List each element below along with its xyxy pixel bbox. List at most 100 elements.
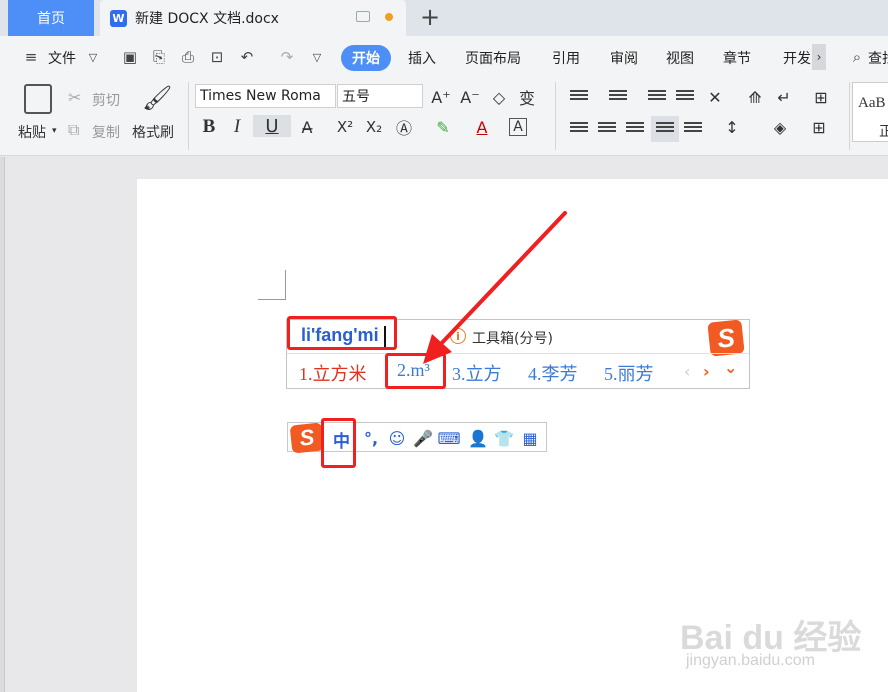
expand-candidates-icon[interactable]: ⌄	[724, 358, 737, 377]
distributed-align-icon[interactable]	[684, 122, 702, 136]
punctuation-toggle-icon[interactable]: °,	[361, 428, 381, 448]
candidate-5[interactable]: 5.丽芳	[604, 360, 654, 386]
text-outline-icon[interactable]: Ⓐ	[393, 116, 415, 138]
borders-icon[interactable]: ⊞	[808, 116, 830, 138]
keyboard-icon[interactable]: ⌨	[437, 428, 460, 448]
underline-button[interactable]: U	[253, 115, 291, 137]
highlight-candidate-2	[385, 353, 446, 389]
customize-toolbar-icon[interactable]: ▽	[308, 48, 326, 66]
candidate-3[interactable]: 3.立方	[452, 360, 502, 386]
print-icon[interactable]: ⎙	[179, 48, 197, 66]
monitor-icon[interactable]	[356, 11, 370, 22]
prev-page-icon[interactable]: ‹	[684, 362, 690, 381]
justify-icon	[656, 122, 674, 136]
print-preview-icon[interactable]: ⊡	[208, 48, 226, 66]
style-gallery[interactable]: AaB 正	[852, 82, 888, 142]
emoji-icon[interactable]: ☺	[387, 428, 407, 448]
subscript-button[interactable]: X₂	[363, 116, 385, 138]
text-direction-icon[interactable]: ⟰	[744, 86, 766, 108]
scissors-icon: ✂	[68, 88, 82, 107]
tab-chapter[interactable]: 章节	[723, 48, 751, 68]
style-label: 正	[879, 124, 888, 140]
italic-button[interactable]: I	[226, 116, 248, 138]
wps-writer-icon: W	[110, 9, 127, 27]
format-painter-button[interactable]: 格式刷	[132, 122, 174, 142]
show-marks-icon[interactable]: ⊞	[810, 86, 832, 108]
chinese-layout-icon[interactable]: ✕	[704, 86, 726, 108]
highlight-color-icon[interactable]: ✎	[432, 116, 454, 138]
align-left-icon[interactable]	[570, 122, 588, 136]
decrease-indent-icon[interactable]	[648, 90, 666, 104]
chevron-down-icon[interactable]: ▽	[84, 48, 102, 66]
highlight-chinese-mode	[321, 418, 356, 468]
divider	[287, 353, 749, 354]
increase-indent-icon[interactable]	[676, 90, 694, 104]
pinyin-guide-icon[interactable]: 变	[516, 86, 538, 108]
ribbon-toolbar: 粘贴 ▾ ✂ 剪切 ⧉ 复制 🖌 格式刷 Times New Roma 五号 A…	[0, 76, 888, 156]
tab-page-layout[interactable]: 页面布局	[465, 48, 521, 68]
align-right-icon[interactable]	[626, 122, 644, 136]
bold-button[interactable]: B	[198, 116, 220, 138]
watermark-url: jingyan.baidu.com	[686, 652, 815, 669]
bullet-list-icon[interactable]	[570, 90, 588, 104]
format-painter-icon: 🖌	[142, 84, 173, 112]
tab-view[interactable]: 视图	[666, 48, 694, 68]
toolbox-grid-icon[interactable]: ▦	[520, 428, 540, 448]
new-tab-button[interactable]: +	[420, 3, 440, 31]
line-spacing-icon[interactable]: ↕	[721, 116, 743, 138]
candidate-1[interactable]: 1.立方米	[299, 360, 367, 386]
style-preview: AaB	[858, 95, 886, 111]
redo-icon[interactable]: ↷	[278, 48, 296, 66]
save-icon[interactable]: ▣	[121, 48, 139, 66]
font-size-select[interactable]: 五号	[337, 84, 423, 108]
tab-insert[interactable]: 插入	[408, 48, 436, 68]
sort-icon[interactable]: ↵	[773, 86, 795, 108]
superscript-button[interactable]: X²	[334, 116, 356, 138]
cut-button[interactable]: 剪切	[92, 90, 120, 110]
shading-icon[interactable]: ◈	[769, 116, 791, 138]
menu-scroll-right-button[interactable]: ›	[812, 44, 826, 70]
tab-start[interactable]: 开始	[341, 45, 391, 71]
separator	[555, 82, 556, 150]
tab-home[interactable]: 首页	[8, 0, 94, 36]
copy-icon: ⧉	[68, 120, 80, 139]
unsaved-dot-icon	[385, 13, 393, 21]
tab-review[interactable]: 审阅	[610, 48, 638, 68]
sogou-logo-icon: S	[707, 319, 745, 357]
next-page-icon[interactable]: ›	[703, 362, 710, 381]
font-name-select[interactable]: Times New Roma	[195, 84, 336, 108]
character-border-icon[interactable]: A	[509, 118, 527, 136]
clear-format-icon[interactable]: ◇	[488, 86, 510, 108]
search-label[interactable]: 查找	[868, 48, 888, 68]
user-icon[interactable]: 👤	[468, 428, 488, 448]
copy-button[interactable]: 复制	[92, 122, 120, 142]
skin-icon[interactable]: 👕	[494, 428, 514, 448]
search-icon[interactable]: ⌕	[848, 48, 866, 66]
crop-mark	[258, 299, 286, 300]
numbered-list-icon[interactable]	[609, 90, 627, 104]
info-icon[interactable]: i	[450, 328, 466, 344]
separator	[849, 82, 850, 150]
left-gutter	[0, 157, 5, 692]
undo-icon[interactable]: ↶	[238, 48, 256, 66]
file-menu[interactable]: 文件	[48, 48, 76, 68]
highlight-pinyin	[287, 316, 397, 350]
microphone-icon[interactable]: 🎤	[413, 428, 433, 448]
font-color-icon[interactable]: A	[471, 116, 493, 138]
tab-developer[interactable]: 开发	[783, 48, 811, 68]
export-pdf-icon[interactable]: ⎘	[150, 48, 168, 66]
paste-button[interactable]: 粘贴	[18, 122, 46, 142]
paste-dropdown-icon[interactable]: ▾	[52, 126, 57, 136]
tab-document[interactable]: W 新建 DOCX 文档.docx	[100, 0, 406, 36]
toolbox-hint[interactable]: 工具箱(分号)	[472, 328, 553, 348]
tab-references[interactable]: 引用	[552, 48, 580, 68]
menu-bar: ≡ 文件 ▽ ▣ ⎘ ⎙ ⊡ ↶ ↷ ▽ 开始 插入 页面布局 引用 审阅 视图…	[0, 36, 888, 76]
paste-icon[interactable]	[24, 84, 52, 114]
text-effect-icon[interactable]: A̶	[296, 116, 318, 138]
align-center-icon[interactable]	[598, 122, 616, 136]
candidate-4[interactable]: 4.李芳	[528, 360, 578, 386]
shrink-font-icon[interactable]: A⁻	[459, 86, 481, 108]
sogou-logo-icon[interactable]: S	[289, 422, 325, 454]
grow-font-icon[interactable]: A⁺	[430, 86, 452, 108]
hamburger-icon[interactable]: ≡	[22, 48, 40, 66]
